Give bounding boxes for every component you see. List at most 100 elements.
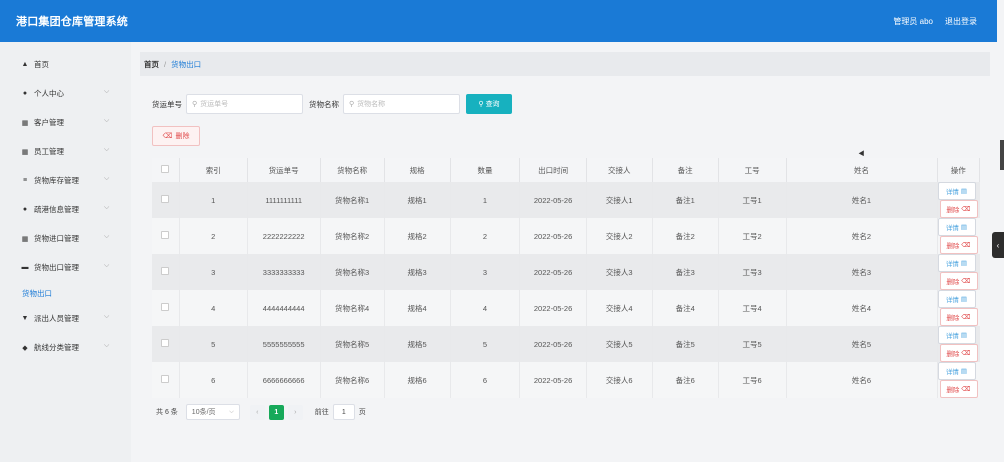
sidebar-item[interactable]: ▼ 派出人员管理 ⌵ bbox=[0, 304, 131, 333]
table-cell: 姓名1 bbox=[786, 182, 938, 218]
table-cell: 交接人3 bbox=[586, 254, 653, 290]
table-cell: 姓名6 bbox=[786, 362, 938, 398]
row-checkbox[interactable] bbox=[161, 303, 170, 311]
document-icon: ▤ bbox=[960, 368, 968, 375]
main-content: 首页 / 货物出口 货运单号 ⚲ 货运单号 货物名称 ⚲ 货物名称 ⚲ 查询 ⌫… bbox=[140, 52, 990, 420]
page-size-select[interactable]: 10条/页 ⌵ bbox=[185, 404, 240, 420]
pagination: 共 6 条 10条/页 ⌵ ‹ 1 › 前往 1 页 bbox=[156, 404, 366, 420]
delete-button-label: 删除 bbox=[946, 207, 960, 214]
delete-row-button[interactable]: 删除 ⌫ bbox=[939, 308, 978, 326]
sidebar-item[interactable]: ◆ 航线分类管理 ⌵ bbox=[0, 333, 131, 362]
sidebar-item[interactable]: ● 疏港信息管理 ⌵ bbox=[0, 195, 131, 224]
trash-icon: ⌫ bbox=[961, 206, 971, 213]
row-checkbox[interactable] bbox=[161, 195, 170, 203]
row-select-cell bbox=[152, 290, 180, 326]
sidebar-item-label: 客户管理 bbox=[34, 118, 64, 127]
table-cell: 规格4 bbox=[384, 290, 451, 326]
goods-name-label: 货物名称 bbox=[309, 99, 339, 109]
pagination-total: 共 6 条 bbox=[156, 409, 178, 416]
batch-delete-button[interactable]: ⌫ 删除 bbox=[152, 126, 200, 146]
row-checkbox[interactable] bbox=[161, 231, 170, 239]
delete-row-button[interactable]: 删除 ⌫ bbox=[939, 200, 978, 218]
prev-page-button[interactable]: ‹ bbox=[249, 404, 265, 420]
row-checkbox[interactable] bbox=[161, 339, 170, 347]
delete-row-button[interactable]: 删除 ⌫ bbox=[939, 380, 978, 398]
table-cell: 3333333333 bbox=[247, 254, 321, 290]
table-cell: 工号5 bbox=[718, 326, 787, 362]
table-cell: 备注4 bbox=[652, 290, 719, 326]
waybill-input[interactable]: ⚲ 货运单号 bbox=[186, 94, 303, 114]
table-cell: 1111111111 bbox=[247, 182, 321, 218]
detail-button[interactable]: 详情 ▤ bbox=[937, 218, 976, 236]
goods-name-input[interactable]: ⚲ 货物名称 bbox=[343, 94, 460, 114]
table-cell: 2022-05-26 bbox=[519, 254, 587, 290]
table-cell: 4 bbox=[450, 290, 521, 326]
row-checkbox[interactable] bbox=[161, 375, 170, 383]
column-header: 操作 bbox=[937, 158, 980, 182]
logout-link[interactable]: 退出登录 bbox=[945, 16, 977, 27]
detail-button[interactable]: 详情 ▤ bbox=[937, 290, 976, 308]
trash-icon: ⌫ bbox=[961, 242, 971, 249]
breadcrumb-home[interactable]: 首页 bbox=[144, 59, 159, 70]
column-header: 索引 bbox=[179, 158, 248, 182]
search-bar: 货运单号 ⚲ 货运单号 货物名称 ⚲ 货物名称 ⚲ 查询 bbox=[152, 94, 512, 114]
sidebar-item[interactable]: ▦ 货物进口管理 ⌵ bbox=[0, 224, 131, 253]
chevron-down-icon: ⌵ bbox=[104, 146, 110, 153]
table-row: 1 1111111111 货物名称1 规格1 1 2022-05-26 交接人1 备注1 工号1… bbox=[152, 182, 980, 218]
table-cell: 规格1 bbox=[384, 182, 451, 218]
table-cell: 4444444444 bbox=[247, 290, 321, 326]
table-cell: 交接人6 bbox=[586, 362, 653, 398]
chevron-down-icon: ⌵ bbox=[104, 175, 110, 182]
delete-row-button[interactable]: 删除 ⌫ bbox=[939, 236, 978, 254]
row-actions: 详情 ▤ 删除 ⌫ bbox=[937, 218, 980, 254]
sidebar-item[interactable]: ▲ 首页 bbox=[0, 50, 131, 79]
detail-button-label: 详情 bbox=[945, 369, 959, 376]
goto-label: 前往 bbox=[314, 409, 329, 416]
table-cell: 6 bbox=[450, 362, 521, 398]
row-actions: 详情 ▤ 删除 ⌫ bbox=[937, 362, 980, 398]
document-icon: ▤ bbox=[960, 332, 968, 339]
chevron-down-icon: ⌵ bbox=[229, 408, 234, 415]
goto-page-input[interactable]: 1 bbox=[332, 404, 355, 420]
delete-button-label: 删除 bbox=[946, 279, 960, 286]
next-page-button[interactable]: › bbox=[287, 404, 303, 420]
table-cell: 货物名称6 bbox=[320, 362, 385, 398]
table-cell: 规格2 bbox=[384, 218, 451, 254]
chevron-down-icon: ⌵ bbox=[104, 233, 110, 240]
row-actions: 详情 ▤ 删除 ⌫ bbox=[937, 254, 980, 290]
sidebar-item[interactable]: ▦ 员工管理 ⌵ bbox=[0, 137, 131, 166]
sidebar-item[interactable]: ▬ 货物出口管理 ⌵ bbox=[0, 253, 131, 282]
delete-button-label: 删除 bbox=[946, 387, 960, 394]
detail-button[interactable]: 详情 ▤ bbox=[937, 362, 976, 380]
table-cell: 规格6 bbox=[384, 362, 451, 398]
table-cell: 3 bbox=[179, 254, 248, 290]
select-all-checkbox[interactable] bbox=[161, 165, 170, 173]
delete-row-button[interactable]: 删除 ⌫ bbox=[939, 344, 978, 362]
mouse-cursor-icon bbox=[858, 150, 867, 158]
delete-row-button[interactable]: 删除 ⌫ bbox=[939, 272, 978, 290]
table-cell: 规格3 bbox=[384, 254, 451, 290]
sidebar-item[interactable]: ▦ 客户管理 ⌵ bbox=[0, 108, 131, 137]
detail-button[interactable]: 详情 ▤ bbox=[937, 182, 976, 200]
detail-button[interactable]: 详情 ▤ bbox=[937, 326, 976, 344]
query-button[interactable]: ⚲ 查询 bbox=[466, 94, 512, 114]
table-cell: 工号3 bbox=[718, 254, 787, 290]
select-all-cell bbox=[152, 158, 180, 182]
chevron-down-icon: ⌵ bbox=[104, 313, 110, 320]
chevron-right-icon: › bbox=[294, 408, 297, 416]
collapse-handle[interactable]: ‹ bbox=[992, 232, 1004, 258]
sidebar-subitem-export[interactable]: 货物出口 bbox=[0, 282, 131, 304]
column-header: 出口时间 bbox=[519, 158, 587, 182]
table-cell: 5555555555 bbox=[247, 326, 321, 362]
row-checkbox[interactable] bbox=[161, 267, 170, 275]
sidebar-item-label: 航线分类管理 bbox=[34, 343, 79, 352]
document-icon: ▤ bbox=[960, 296, 968, 303]
breadcrumb-separator: / bbox=[164, 59, 167, 69]
page-1-button[interactable]: 1 bbox=[268, 404, 284, 420]
detail-button[interactable]: 详情 ▤ bbox=[937, 254, 976, 272]
sidebar-item[interactable]: ≡ 货物库存管理 ⌵ bbox=[0, 166, 131, 195]
sidebar-item[interactable]: ● 个人中心 ⌵ bbox=[0, 79, 131, 108]
column-header: 备注 bbox=[652, 158, 719, 182]
table-cell: 货物名称4 bbox=[320, 290, 385, 326]
batch-delete-label: 删除 bbox=[175, 133, 190, 140]
